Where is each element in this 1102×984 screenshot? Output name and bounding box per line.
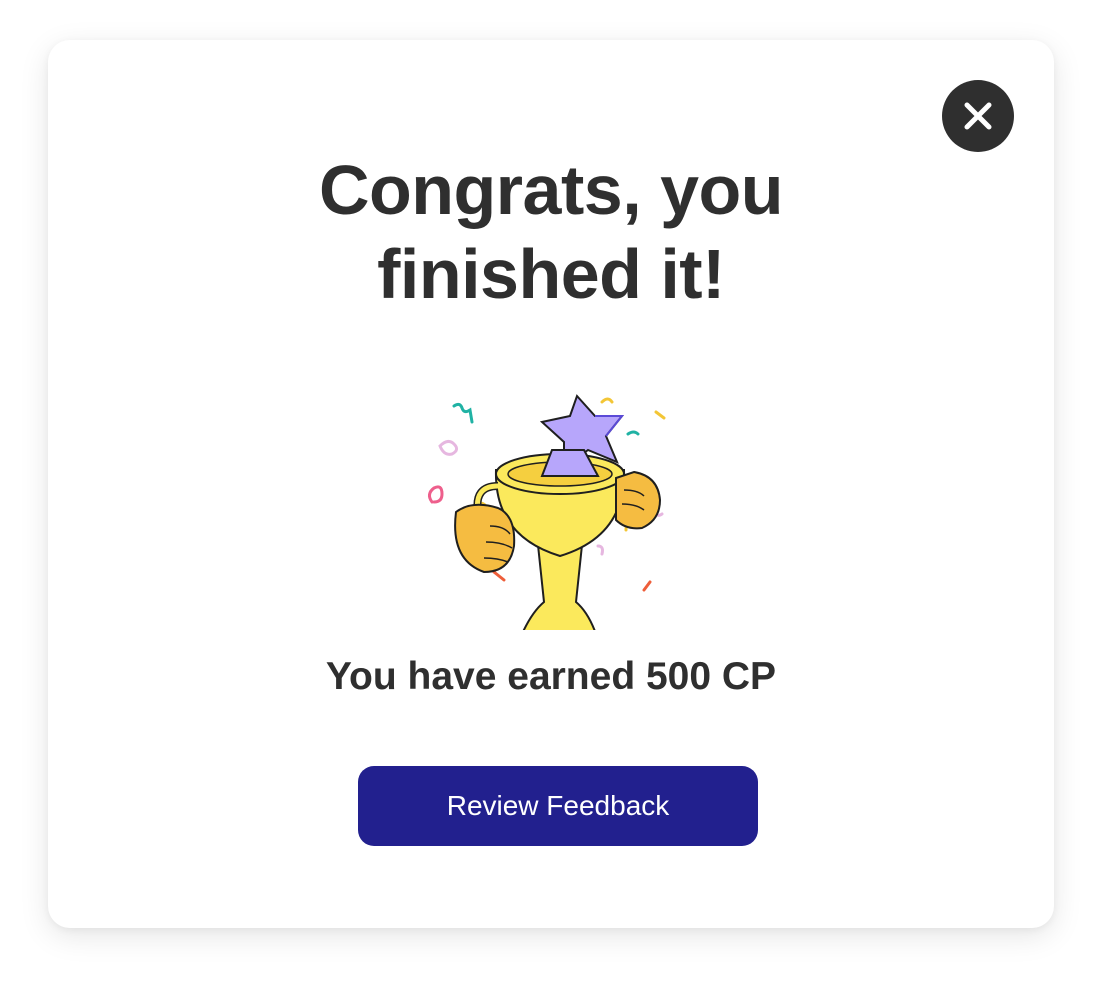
modal-title-line-1: Congrats, you: [318, 151, 784, 229]
review-feedback-button[interactable]: Review Feedback: [358, 766, 758, 846]
close-icon: [964, 102, 992, 130]
earned-points-text: You have earned 500 CP: [325, 655, 777, 698]
trophy-with-star-icon: [427, 394, 666, 630]
close-button[interactable]: [942, 80, 1014, 152]
modal-title-line-2: finished it!: [377, 235, 725, 313]
congrats-modal: Congrats, you finished it! You have earn…: [48, 40, 1054, 928]
modal-title: Congrats, you finished it!: [48, 148, 1054, 316]
